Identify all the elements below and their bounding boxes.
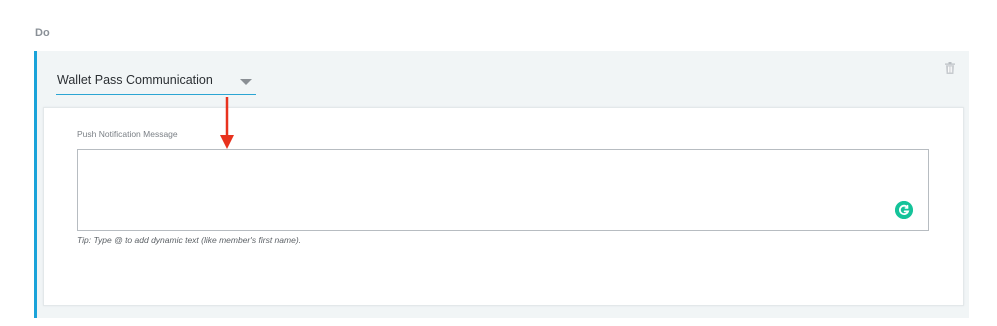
trash-icon[interactable] <box>945 62 955 74</box>
message-panel: Push Notification Message Tip: Type @ to… <box>43 107 964 306</box>
action-card: Wallet Pass Communication Push Notificat… <box>34 51 969 318</box>
push-message-input[interactable] <box>77 149 929 231</box>
grammarly-icon[interactable] <box>895 201 913 219</box>
push-message-label: Push Notification Message <box>77 129 178 139</box>
action-type-value: Wallet Pass Communication <box>57 73 213 87</box>
dynamic-text-tip: Tip: Type @ to add dynamic text (like me… <box>77 235 302 245</box>
action-type-select[interactable]: Wallet Pass Communication <box>56 68 256 95</box>
section-label: Do <box>35 27 50 39</box>
chevron-down-icon <box>240 79 252 85</box>
page: Do Wallet Pass Communication Push Notifi… <box>0 0 997 326</box>
